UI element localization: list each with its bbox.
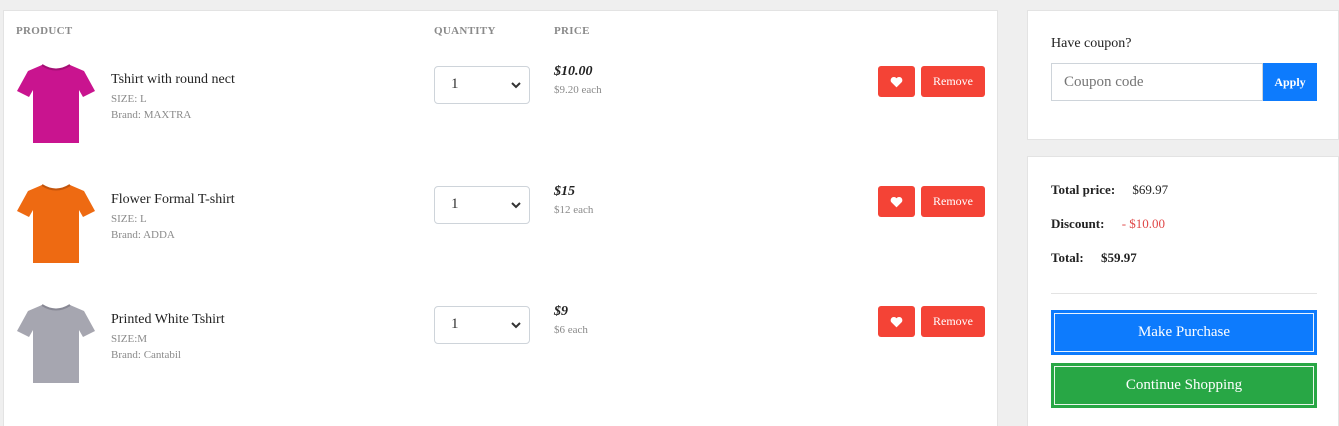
coupon-label: Have coupon? xyxy=(1051,36,1132,51)
product-name: Flower Formal T-shirt xyxy=(111,192,235,207)
column-header-product: PRODUCT xyxy=(16,25,73,37)
cart-item: Printed White Tshirt SIZE:M Brand: Canta… xyxy=(4,303,999,393)
quantity-value: 1 xyxy=(451,196,459,212)
column-header-price: PRICE xyxy=(554,25,590,37)
item-price: $10.00 xyxy=(554,64,593,79)
discount-label: Discount: xyxy=(1051,216,1105,231)
total-price-row: Total price: $69.97 xyxy=(1051,182,1168,198)
heart-icon xyxy=(890,76,903,87)
quantity-value: 1 xyxy=(451,316,459,332)
cart-panel: PRODUCT QUANTITY PRICE Tshirt with round… xyxy=(3,10,998,426)
item-price: $9 xyxy=(554,304,568,319)
heart-icon xyxy=(890,316,903,327)
item-price: $15 xyxy=(554,184,575,199)
cart-item: Flower Formal T-shirt SIZE: L Brand: ADD… xyxy=(4,183,999,273)
item-unit-price: $12 each xyxy=(554,204,594,216)
total-price-value: $69.97 xyxy=(1132,182,1169,197)
column-header-quantity: QUANTITY xyxy=(434,25,496,37)
chevron-down-icon xyxy=(511,202,521,209)
chevron-down-icon xyxy=(511,82,521,89)
remove-button[interactable]: Remove xyxy=(921,66,985,97)
item-unit-price: $9.20 each xyxy=(554,84,602,96)
item-unit-price: $6 each xyxy=(554,324,588,336)
quantity-select[interactable]: 1 xyxy=(434,66,530,104)
remove-button[interactable]: Remove xyxy=(921,306,985,337)
total-price-label: Total price: xyxy=(1051,182,1116,197)
coupon-code-input[interactable] xyxy=(1051,63,1263,101)
coupon-panel: Have coupon? Apply xyxy=(1027,10,1339,140)
total-row: Total: $59.97 xyxy=(1051,250,1137,266)
product-name: Tshirt with round nect xyxy=(111,72,235,87)
product-image xyxy=(17,304,95,383)
product-brand: Brand: Cantabil xyxy=(111,349,181,361)
make-purchase-button[interactable]: Make Purchase xyxy=(1051,310,1317,355)
remove-button[interactable]: Remove xyxy=(921,186,985,217)
discount-value: - $10.00 xyxy=(1121,216,1166,231)
total-label: Total: xyxy=(1051,250,1084,265)
discount-row: Discount: - $10.00 xyxy=(1051,216,1165,232)
product-brand: Brand: MAXTRA xyxy=(111,109,192,121)
total-value: $59.97 xyxy=(1101,250,1137,265)
product-image xyxy=(17,184,95,263)
product-name: Printed White Tshirt xyxy=(111,312,225,327)
heart-icon xyxy=(890,196,903,207)
product-size: SIZE:M xyxy=(111,333,148,345)
divider xyxy=(1051,293,1317,294)
product-image xyxy=(17,64,95,143)
chevron-down-icon xyxy=(511,322,521,329)
product-brand: Brand: ADDA xyxy=(111,229,175,241)
apply-coupon-button[interactable]: Apply xyxy=(1263,63,1317,101)
cart-item: Tshirt with round nect SIZE: L Brand: MA… xyxy=(4,63,999,153)
product-size: SIZE: L xyxy=(111,93,147,105)
quantity-value: 1 xyxy=(451,76,459,92)
favorite-button[interactable] xyxy=(878,66,915,97)
quantity-select[interactable]: 1 xyxy=(434,306,530,344)
product-size: SIZE: L xyxy=(111,213,147,225)
favorite-button[interactable] xyxy=(878,306,915,337)
continue-shopping-button[interactable]: Continue Shopping xyxy=(1051,363,1317,408)
quantity-select[interactable]: 1 xyxy=(434,186,530,224)
order-summary-panel: Total price: $69.97 Discount: - $10.00 T… xyxy=(1027,156,1339,426)
favorite-button[interactable] xyxy=(878,186,915,217)
